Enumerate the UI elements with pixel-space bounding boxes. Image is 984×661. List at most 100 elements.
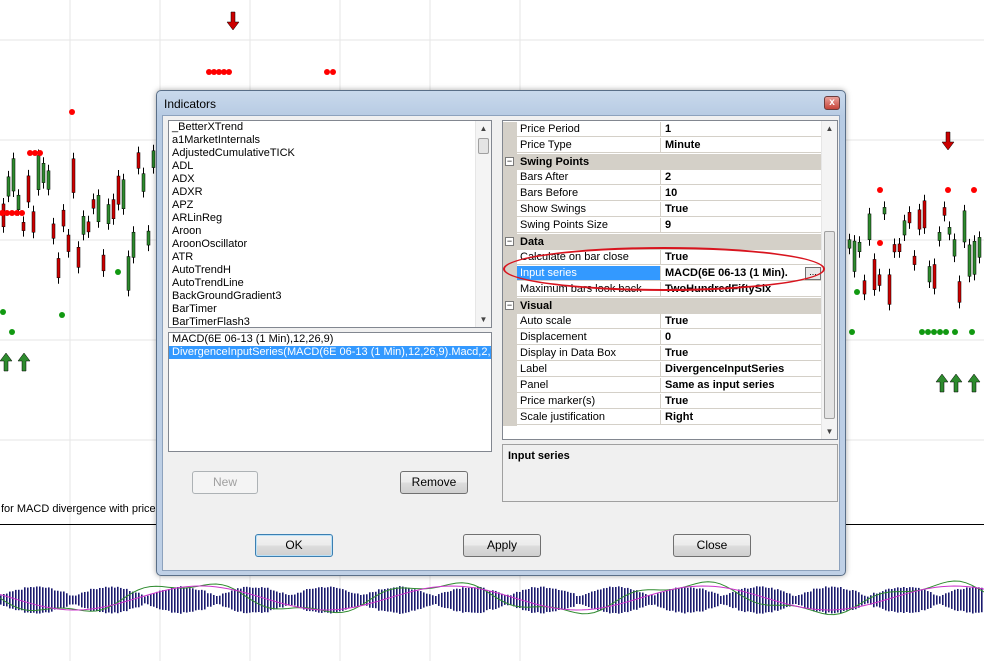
macd-histogram-bar bbox=[543, 586, 545, 614]
indicator-list[interactable]: _BetterXTrend a1MarketInternals AdjustedCu… bbox=[168, 120, 492, 328]
property-row[interactable]: Panel Same as input series bbox=[503, 378, 821, 394]
property-row[interactable]: Price Period 1 bbox=[503, 122, 821, 138]
property-value[interactable]: Right bbox=[661, 410, 821, 425]
property-value[interactable]: 2 bbox=[661, 170, 821, 185]
property-name[interactable]: Displacement bbox=[517, 330, 661, 345]
property-name[interactable]: Show Swings bbox=[517, 202, 661, 217]
macd-histogram-bar bbox=[180, 586, 182, 614]
property-row[interactable]: Display in Data Box True bbox=[503, 346, 821, 362]
collapse-icon[interactable]: − bbox=[505, 237, 514, 246]
property-row[interactable]: Calculate on bar close True bbox=[503, 250, 821, 266]
property-name[interactable]: Label bbox=[517, 362, 661, 377]
list-item[interactable]: BarTimer bbox=[169, 303, 491, 316]
property-name[interactable]: Price marker(s) bbox=[517, 394, 661, 409]
property-value[interactable]: 1 bbox=[661, 122, 821, 137]
list-item[interactable]: APZ bbox=[169, 199, 491, 212]
close-button[interactable]: Close bbox=[673, 534, 751, 557]
list-item[interactable]: ARLinReg bbox=[169, 212, 491, 225]
list-item[interactable]: ATR bbox=[169, 251, 491, 264]
remove-button[interactable]: Remove bbox=[400, 471, 468, 494]
property-name[interactable]: Price Period bbox=[517, 122, 661, 137]
property-name[interactable]: Panel bbox=[517, 378, 661, 393]
property-value[interactable]: True bbox=[661, 346, 821, 361]
property-value[interactable]: True bbox=[661, 314, 821, 329]
property-name[interactable]: Maximum bars look back bbox=[517, 282, 661, 297]
property-value[interactable]: Same as input series bbox=[661, 378, 821, 393]
scroll-down-icon[interactable]: ▼ bbox=[476, 312, 491, 327]
new-button[interactable]: New bbox=[192, 471, 258, 494]
property-name[interactable]: Bars Before bbox=[517, 186, 661, 201]
applied-indicator-item[interactable]: MACD(6E 06-13 (1 Min),12,26,9) bbox=[169, 333, 491, 346]
swing-point-dot bbox=[971, 187, 977, 193]
candle bbox=[26, 175, 31, 203]
property-row[interactable]: Scale justification Right bbox=[503, 410, 821, 426]
property-name[interactable]: Calculate on bar close bbox=[517, 250, 661, 265]
dialog-titlebar[interactable]: Indicators x bbox=[157, 91, 845, 115]
property-name[interactable]: Price Type bbox=[517, 138, 661, 153]
list-item[interactable]: AutoTrendLine bbox=[169, 277, 491, 290]
property-grid[interactable]: Price Period 1 Price Type Minute − Swing Poin… bbox=[502, 120, 838, 440]
list-item[interactable]: AutoTrendH bbox=[169, 264, 491, 277]
list-item[interactable]: BackGroundGradient3 bbox=[169, 290, 491, 303]
property-category[interactable]: − Swing Points bbox=[503, 154, 821, 170]
browse-ellipsis-button[interactable]: ... bbox=[805, 267, 821, 280]
apply-button[interactable]: Apply bbox=[463, 534, 541, 557]
property-row[interactable]: Input series MACD(6E 06-13 (1 Min).... bbox=[503, 266, 821, 282]
scroll-thumb[interactable] bbox=[478, 138, 489, 154]
property-row[interactable]: Displacement 0 bbox=[503, 330, 821, 346]
close-icon[interactable]: x bbox=[824, 96, 840, 110]
list-item[interactable]: AroonOscillator bbox=[169, 238, 491, 251]
property-row[interactable]: Bars After 2 bbox=[503, 170, 821, 186]
list-item[interactable]: a1MarketInternals bbox=[169, 134, 491, 147]
collapse-icon[interactable]: − bbox=[505, 301, 514, 310]
property-row[interactable]: Show Swings True bbox=[503, 202, 821, 218]
list-item[interactable]: Aroon bbox=[169, 225, 491, 238]
list-item[interactable]: ADX bbox=[169, 173, 491, 186]
list-item[interactable]: ADXR bbox=[169, 186, 491, 199]
property-row[interactable]: Maximum bars look back TwoHundredFiftySix bbox=[503, 282, 821, 298]
property-category[interactable]: − Visual bbox=[503, 298, 821, 314]
property-name[interactable]: Bars After bbox=[517, 170, 661, 185]
scroll-up-icon[interactable]: ▲ bbox=[476, 121, 491, 136]
property-row[interactable]: Bars Before 10 bbox=[503, 186, 821, 202]
scroll-thumb[interactable] bbox=[824, 231, 835, 419]
property-value[interactable]: True bbox=[661, 250, 821, 265]
property-value[interactable]: 9 bbox=[661, 218, 821, 233]
property-value[interactable]: True bbox=[661, 202, 821, 217]
property-row[interactable]: Swing Points Size 9 bbox=[503, 218, 821, 234]
property-value[interactable]: True bbox=[661, 394, 821, 409]
macd-histogram-bar bbox=[783, 591, 785, 609]
macd-histogram-bar bbox=[354, 593, 356, 607]
scroll-down-icon[interactable]: ▼ bbox=[822, 424, 837, 439]
swing-point-dot bbox=[877, 240, 883, 246]
indicator-list-scrollbar[interactable]: ▲ ▼ bbox=[475, 121, 491, 327]
list-item[interactable]: AdjustedCumulativeTICK bbox=[169, 147, 491, 160]
property-row[interactable]: Label DivergenceInputSeries bbox=[503, 362, 821, 378]
property-name[interactable]: Scale justification bbox=[517, 410, 661, 425]
property-category[interactable]: − Data bbox=[503, 234, 821, 250]
candle bbox=[892, 244, 897, 253]
applied-indicator-list[interactable]: MACD(6E 06-13 (1 Min),12,26,9) Divergence… bbox=[168, 332, 492, 452]
property-row[interactable]: Price Type Minute bbox=[503, 138, 821, 154]
property-value[interactable]: MACD(6E 06-13 (1 Min).... bbox=[661, 266, 821, 281]
property-value[interactable]: 0 bbox=[661, 330, 821, 345]
property-name[interactable]: Swing Points Size bbox=[517, 218, 661, 233]
list-item[interactable]: BarTimerFlash3 bbox=[169, 316, 491, 327]
property-row[interactable]: Auto scale True bbox=[503, 314, 821, 330]
property-row[interactable]: Price marker(s) True bbox=[503, 394, 821, 410]
applied-indicator-item[interactable]: DivergenceInputSeries(MACD(6E 06-13 (1 M… bbox=[169, 346, 491, 359]
property-name[interactable]: Auto scale bbox=[517, 314, 661, 329]
list-item[interactable]: ADL bbox=[169, 160, 491, 173]
property-value[interactable]: Minute bbox=[661, 138, 821, 153]
property-name[interactable]: Input series bbox=[517, 266, 661, 281]
collapse-icon[interactable]: − bbox=[505, 157, 514, 166]
property-value[interactable]: 10 bbox=[661, 186, 821, 201]
property-value[interactable]: DivergenceInputSeries bbox=[661, 362, 821, 377]
macd-histogram-bar bbox=[216, 596, 218, 604]
ok-button[interactable]: OK bbox=[255, 534, 333, 557]
scroll-up-icon[interactable]: ▲ bbox=[822, 121, 837, 136]
property-grid-scrollbar[interactable]: ▲ ▼ bbox=[821, 121, 837, 439]
property-value[interactable]: TwoHundredFiftySix bbox=[661, 282, 821, 297]
property-name[interactable]: Display in Data Box bbox=[517, 346, 661, 361]
list-item[interactable]: _BetterXTrend bbox=[169, 121, 491, 134]
